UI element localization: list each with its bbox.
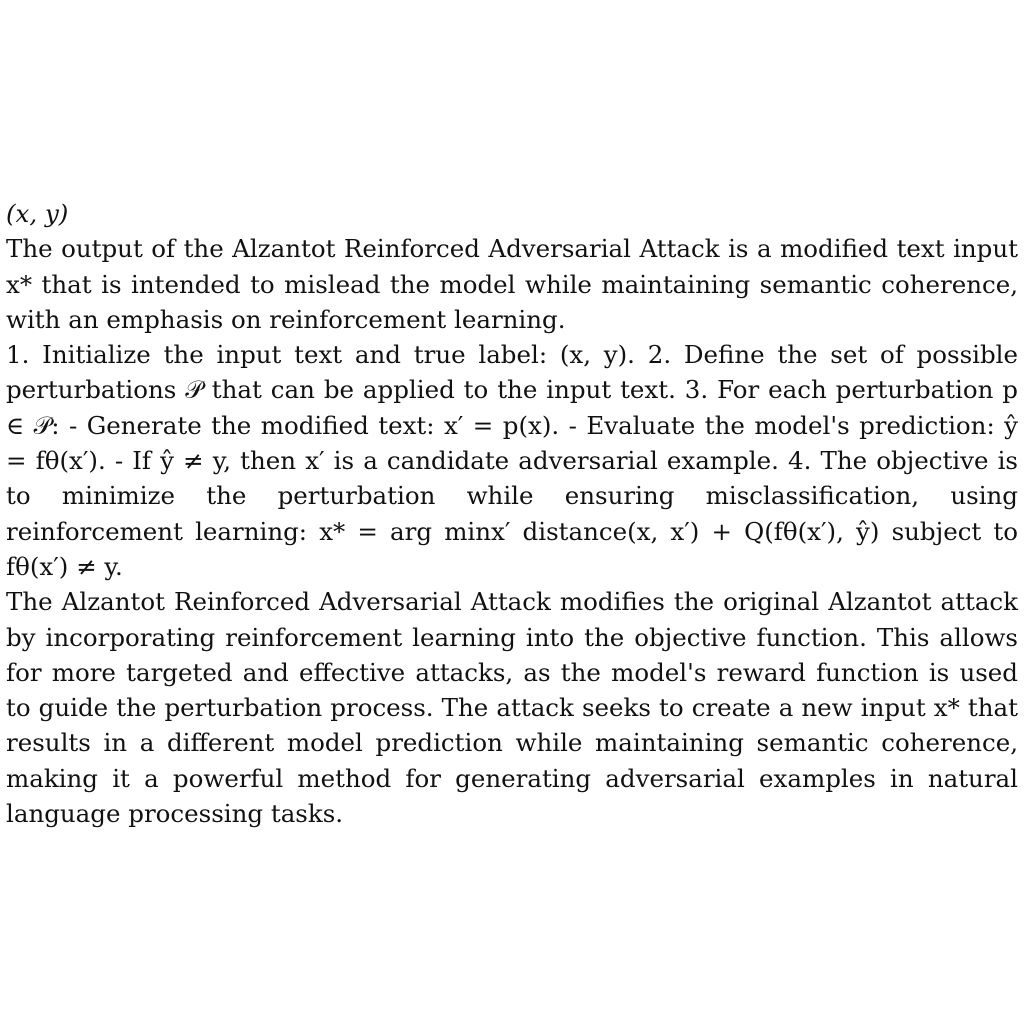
document-body: (x, y) The output of the Alzantot Reinfo…	[6, 196, 1018, 831]
steps-paragraph: 1. Initialize the input text and true la…	[6, 340, 1018, 581]
heading-math: (x, y)	[6, 199, 69, 228]
output-paragraph: The output of the Alzantot Reinforced Ad…	[6, 234, 1018, 334]
summary-paragraph: The Alzantot Reinforced Adversarial Atta…	[6, 587, 1018, 829]
